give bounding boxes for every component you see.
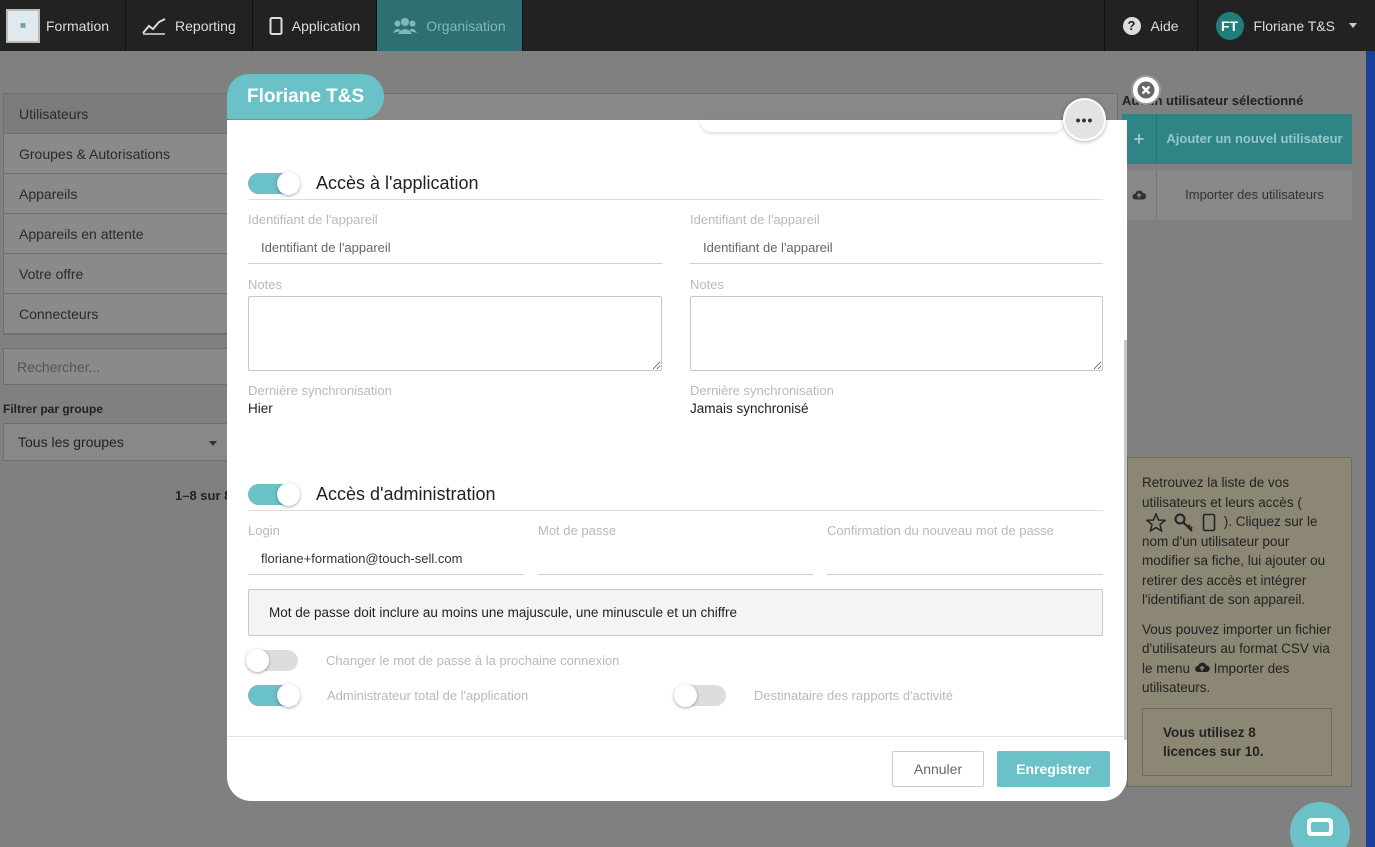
- tablet-icon: [269, 16, 283, 35]
- notes-textarea-2[interactable]: [690, 296, 1103, 371]
- nav-item-organisation[interactable]: Organisation: [377, 0, 523, 51]
- help-text: Retrouvez la liste de vos utilisateurs e…: [1142, 475, 1302, 510]
- save-button[interactable]: Enregistrer: [997, 751, 1110, 787]
- modal-header-pill: [700, 120, 1065, 132]
- sidebar-item-connecteurs[interactable]: Connecteurs: [4, 294, 242, 334]
- notes-label: Notes: [690, 277, 724, 292]
- key-icon: [1174, 513, 1193, 532]
- password-input[interactable]: [538, 543, 813, 575]
- help-label: Aide: [1150, 17, 1179, 34]
- last-sync-value: Jamais synchronisé: [690, 401, 809, 416]
- cancel-button[interactable]: Annuler: [892, 751, 984, 787]
- close-modal-button[interactable]: [1131, 75, 1161, 105]
- change-password-row: Changer le mot de passe à la prochaine c…: [246, 649, 620, 672]
- notes-label: Notes: [248, 277, 282, 292]
- device-id-input-2[interactable]: [690, 232, 1103, 264]
- full-admin-row: Administrateur total de l'application: [248, 684, 529, 707]
- users-icon: [393, 17, 418, 34]
- cloud-upload-icon: [1194, 662, 1210, 672]
- change-password-label: Changer le mot de passe à la prochaine c…: [326, 653, 620, 668]
- nav-label: Reporting: [175, 17, 236, 34]
- device-id-label: Identifiant de l'appareil: [690, 212, 820, 227]
- chevron-down-icon: [1349, 23, 1357, 28]
- logo-icon: ▦: [6, 8, 40, 43]
- help-link[interactable]: ? Aide: [1103, 0, 1197, 51]
- notes-textarea-1[interactable]: [248, 296, 662, 371]
- modal-title: Floriane T&S: [227, 74, 385, 119]
- confirm-password-input[interactable]: [827, 543, 1103, 575]
- close-icon: [1137, 81, 1155, 99]
- device-id-input-1[interactable]: [248, 232, 662, 264]
- admin-access-section-header: Accès d'administration: [248, 483, 496, 506]
- filter-label: Filtrer par groupe: [3, 402, 104, 416]
- nav-label: Formation: [46, 17, 110, 34]
- sidebar-item-appareils[interactable]: Appareils: [4, 174, 242, 214]
- cloud-upload-icon: [1122, 170, 1157, 220]
- add-user-button[interactable]: + Ajouter un nouvel utilisateur: [1122, 114, 1352, 164]
- sidebar-menu: Utilisateurs Groupes & Autorisations App…: [3, 93, 243, 335]
- section-title: Accès à l'application: [316, 173, 479, 193]
- user-name: Floriane T&S: [1253, 17, 1335, 34]
- sidebar-item-votre-offre[interactable]: Votre offre: [4, 254, 242, 294]
- device-id-label: Identifiant de l'appareil: [248, 212, 378, 227]
- chart-line-icon: [142, 17, 166, 35]
- app-access-section-header: Accès à l'application: [248, 172, 479, 195]
- tablet-icon: [1202, 513, 1216, 532]
- help-panel: Retrouvez la liste de vos utilisateurs e…: [1127, 457, 1352, 787]
- last-sync-label: Dernière synchronisation: [690, 383, 834, 398]
- activity-reports-row: Destinataire des rapports d'activité: [674, 684, 954, 707]
- top-navigation: ▦ Formation Reporting Application Organi…: [0, 0, 1375, 51]
- pagination-info: 1–8 sur 8: [175, 488, 232, 503]
- password-hint: Mot de passe doit inclure au moins une m…: [248, 589, 1103, 636]
- password-label: Mot de passe: [538, 523, 617, 538]
- avatar: FT: [1215, 11, 1244, 40]
- nav-item-formation[interactable]: Formation: [46, 0, 127, 51]
- question-icon: ?: [1122, 16, 1141, 35]
- add-user-label: Ajouter un nouvel utilisateur: [1166, 131, 1343, 146]
- app-access-toggle[interactable]: [248, 172, 300, 195]
- full-admin-label: Administrateur total de l'application: [327, 688, 529, 703]
- user-search-input[interactable]: Rechercher...: [3, 348, 243, 385]
- section-title: Accès d'administration: [316, 484, 496, 504]
- activity-reports-toggle[interactable]: [674, 684, 726, 707]
- plus-icon: +: [1122, 114, 1157, 164]
- full-admin-toggle[interactable]: [248, 684, 300, 707]
- nav-item-application[interactable]: Application: [253, 0, 378, 51]
- import-users-button[interactable]: Importer des utilisateurs: [1122, 170, 1352, 220]
- nav-item-reporting[interactable]: Reporting: [126, 0, 253, 51]
- modal-scrollbar[interactable]: [1124, 340, 1127, 740]
- admin-access-toggle[interactable]: [248, 483, 300, 506]
- group-filter-value: Tous les groupes: [18, 434, 124, 450]
- app-logo[interactable]: ▦: [0, 0, 46, 51]
- activity-reports-label: Destinataire des rapports d'activité: [754, 688, 954, 703]
- change-password-toggle[interactable]: [246, 649, 298, 672]
- nav-label: Application: [291, 17, 361, 34]
- sidebar-item-appareils-en-attente[interactable]: Appareils en attente: [4, 214, 242, 254]
- nav-label: Organisation: [426, 17, 506, 34]
- star-icon: [1146, 512, 1166, 532]
- import-users-label: Importer des utilisateurs: [1185, 187, 1324, 202]
- confirm-password-label: Confirmation du nouveau mot de passe: [827, 523, 1054, 538]
- more-options-button[interactable]: •••: [1063, 98, 1106, 141]
- last-sync-value: Hier: [248, 401, 273, 416]
- sidebar-item-utilisateurs[interactable]: Utilisateurs: [4, 94, 242, 134]
- last-sync-label: Dernière synchronisation: [248, 383, 392, 398]
- login-label: Login: [248, 523, 280, 538]
- user-menu[interactable]: FT Floriane T&S: [1196, 0, 1375, 51]
- chevron-down-icon: [209, 441, 217, 446]
- chat-icon: [1307, 818, 1333, 836]
- page-scrollbar[interactable]: [1366, 51, 1375, 847]
- sidebar-item-groupes[interactable]: Groupes & Autorisations: [4, 134, 242, 174]
- group-filter-select[interactable]: Tous les groupes: [3, 423, 228, 461]
- login-input[interactable]: [248, 543, 524, 575]
- licence-info: Vous utilisez 8 licences sur 10.: [1142, 707, 1332, 776]
